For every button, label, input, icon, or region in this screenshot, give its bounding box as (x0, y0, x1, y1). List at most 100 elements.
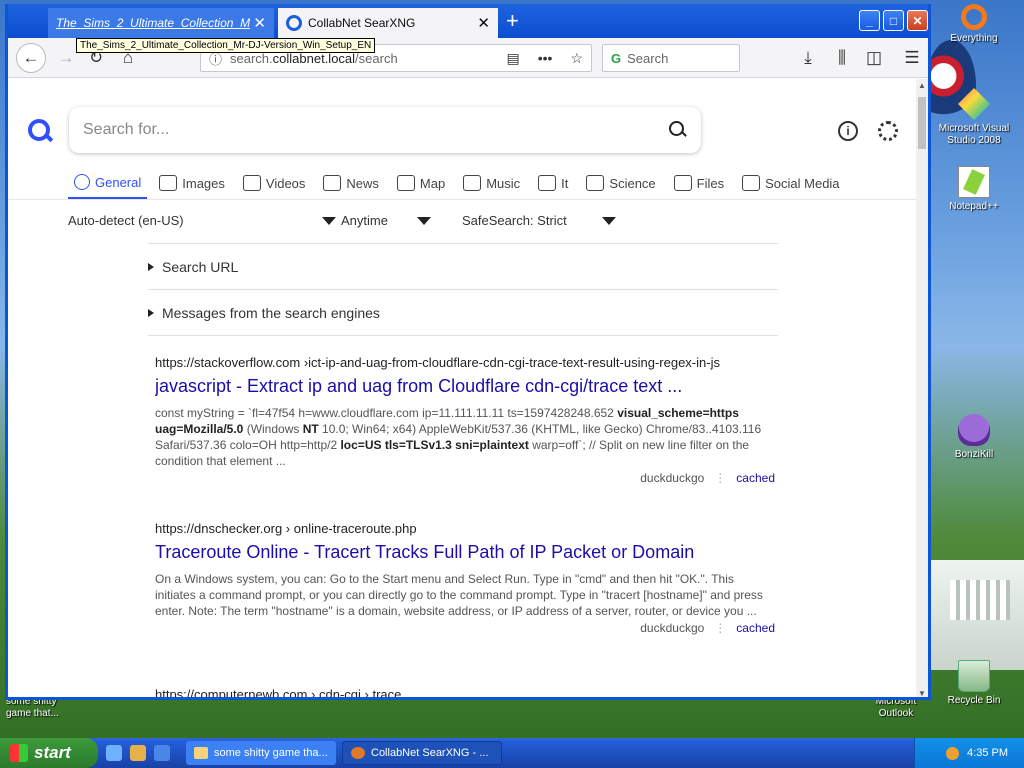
info-icon[interactable]: i (838, 121, 858, 141)
search-input[interactable]: Search for... (69, 107, 701, 153)
hamburger-icon: ☰ (904, 48, 920, 67)
sidebar-icon: ◫ (865, 48, 883, 67)
download-icon: ⤓ (804, 48, 812, 67)
tab-it[interactable]: It (532, 167, 574, 199)
people-icon (742, 175, 761, 191)
desktop-icon-bonzikill[interactable]: BonziKill (934, 414, 1014, 461)
maximize-button[interactable]: □ (883, 10, 904, 31)
tab-social-media[interactable]: Social Media (736, 167, 845, 199)
notepad-plus-plus-icon (958, 166, 990, 198)
search-icon (74, 174, 90, 190)
header-icons: i (838, 121, 898, 141)
search-engine-icon: G (611, 50, 622, 66)
divider (148, 289, 778, 290)
taskbar-item-searxng[interactable]: CollabNet SearXNG - ... (342, 741, 502, 765)
clock[interactable]: 4:35 PM (967, 747, 1008, 759)
language-select[interactable]: Auto-detect (en-US) (68, 213, 336, 228)
tab-images[interactable]: Images (153, 167, 231, 199)
cached-link[interactable]: cached (736, 621, 775, 635)
downloads-button[interactable]: ⤓ (796, 46, 820, 70)
quick-launch (106, 745, 170, 761)
play-icon (242, 175, 261, 191)
library-icon: ⫼ (838, 48, 846, 67)
scroll-up-icon[interactable]: ▲ (918, 81, 926, 90)
science-icon (586, 175, 605, 191)
reader-view-icon[interactable]: ▤ (506, 50, 519, 67)
result-item: https://stackoverflow.com ›ict-ip-and-ua… (155, 355, 775, 485)
tab-news[interactable]: News (317, 167, 385, 199)
vertical-scrollbar[interactable]: ▲ ▼ (916, 79, 928, 697)
tab-science[interactable]: Science (580, 167, 661, 199)
result-url[interactable]: https://dnschecker.org › online-tracerou… (155, 521, 775, 536)
firefox-icon[interactable] (154, 745, 170, 761)
scroll-down-icon[interactable]: ▼ (918, 689, 926, 697)
arrow-right-icon: → (57, 48, 75, 67)
start-button[interactable]: start (0, 738, 98, 768)
safesearch-select[interactable]: SafeSearch: Strict (462, 213, 616, 228)
back-button[interactable]: ← (16, 43, 46, 73)
everything-icon (961, 4, 987, 30)
desktop-icon-recycle-bin[interactable]: Recycle Bin (934, 660, 1014, 707)
forward-button[interactable]: → (54, 46, 78, 70)
taskbar: start some shitty game tha... CollabNet … (0, 738, 1024, 768)
cached-link[interactable]: cached (736, 471, 775, 485)
category-tabs: General Images Videos News Map Music It … (68, 167, 852, 199)
media-player-icon[interactable] (130, 745, 146, 761)
result-url[interactable]: https://computernewb.com › cdn-cgi › tra… (155, 687, 775, 697)
time-range-select[interactable]: Anytime (341, 213, 431, 228)
recycle-bin-icon (958, 660, 990, 692)
searxng-favicon-icon (286, 15, 302, 31)
tab-general[interactable]: General (68, 167, 148, 199)
chevron-down-icon (602, 216, 616, 225)
result-engine: duckduckgo (640, 471, 705, 485)
tray-icon[interactable] (946, 746, 960, 760)
result-item: https://computernewb.com › cdn-cgi › tra… (155, 687, 775, 697)
tab-searxng[interactable]: CollabNet SearXNG ✕ (278, 8, 498, 38)
new-tab-button[interactable]: + (506, 10, 519, 32)
menu-button[interactable]: ☰ (900, 46, 924, 70)
desktop-icon-everything[interactable]: Everything (934, 4, 1014, 45)
library-button[interactable]: ⫼ (830, 46, 854, 70)
desktop-icon-visual-studio[interactable]: Microsoft Visual Studio 2008 (934, 88, 1014, 147)
minimize-button[interactable]: _ (859, 10, 880, 31)
close-tab-icon[interactable]: ✕ (477, 16, 490, 31)
window-controls: _ □ ✕ (859, 10, 928, 31)
bookmark-star-icon[interactable]: ☆ (570, 50, 583, 67)
result-engine: duckduckgo (640, 621, 705, 635)
gear-icon[interactable] (878, 121, 898, 141)
engine-messages-toggle[interactable]: Messages from the search engines (148, 305, 380, 321)
tab-map[interactable]: Map (391, 167, 451, 199)
close-tab-icon[interactable]: ✕ (253, 16, 266, 31)
result-title[interactable]: Traceroute Online - Tracert Tracks Full … (155, 542, 775, 563)
taskbar-item-game-folder[interactable]: some shitty game tha... (186, 741, 336, 765)
bonzi-icon (958, 414, 990, 446)
result-meta: duckduckgo ⋮ cached (155, 621, 775, 635)
map-pin-icon (396, 175, 415, 191)
browser-search-box[interactable]: G Search (602, 44, 740, 72)
browser-window: The_Sims_2_Ultimate_Collection_M ✕ Colla… (5, 4, 931, 700)
page-actions-icon[interactable]: ••• (538, 50, 553, 67)
newspaper-icon (323, 175, 342, 191)
desktop-icon-notepad[interactable]: Notepad++ (934, 166, 1014, 213)
scrollbar-thumb[interactable] (918, 97, 926, 149)
arrow-left-icon: ← (22, 48, 40, 67)
music-icon (463, 175, 482, 191)
divider (148, 335, 778, 336)
internet-explorer-icon[interactable] (106, 745, 122, 761)
result-title[interactable]: javascript - Extract ip and uag from Clo… (155, 376, 775, 397)
close-window-button[interactable]: ✕ (907, 10, 928, 31)
searxng-logo-icon[interactable] (28, 119, 54, 145)
triangle-right-icon (148, 309, 154, 317)
system-tray: 4:35 PM (914, 738, 1024, 768)
tab-tooltip: The_Sims_2_Ultimate_Collection_Mr-DJ-Ver… (76, 38, 376, 53)
search-icon[interactable] (669, 121, 687, 139)
sidebar-button[interactable]: ◫ (862, 46, 886, 70)
firefox-icon (351, 747, 365, 759)
tab-files[interactable]: Files (668, 167, 730, 199)
result-content: const myString = `fl=47f54 h=www.cloudfl… (155, 406, 762, 468)
tab-videos[interactable]: Videos (237, 167, 312, 199)
tab-sims[interactable]: The_Sims_2_Ultimate_Collection_M ✕ (48, 8, 274, 38)
tab-music[interactable]: Music (457, 167, 526, 199)
search-url-toggle[interactable]: Search URL (148, 259, 238, 275)
result-url[interactable]: https://stackoverflow.com ›ict-ip-and-ua… (155, 355, 775, 370)
